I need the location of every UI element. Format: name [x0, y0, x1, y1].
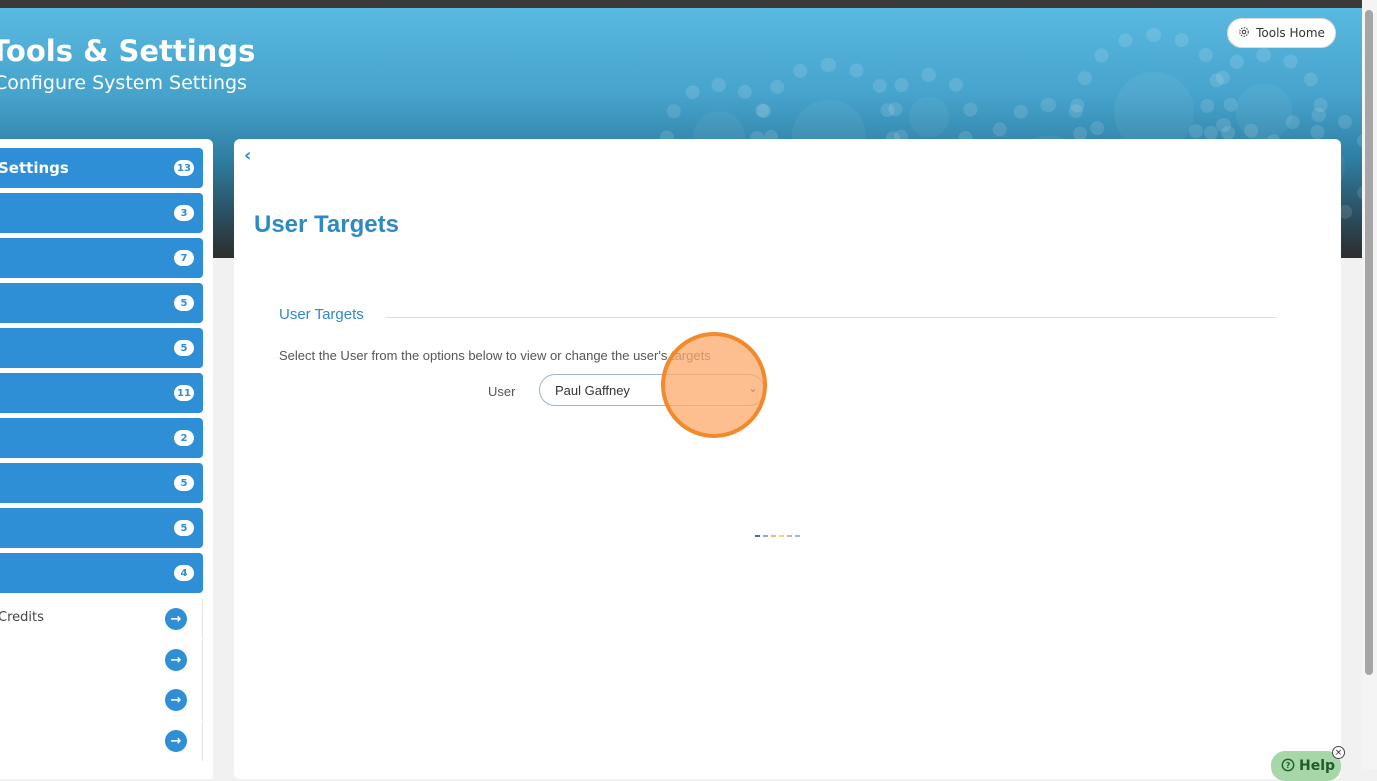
tools-home-button[interactable]: Tools Home [1227, 18, 1336, 48]
user-label: User [488, 384, 516, 399]
loader-dot [763, 535, 768, 537]
app-title: Tools & Settings [0, 34, 256, 68]
main-panel: ‹ User Targets User Targets Select the U… [234, 139, 1341, 779]
browser-top-bar [0, 0, 1377, 8]
loader-dot [755, 535, 760, 537]
tools-home-label: Tools Home [1256, 26, 1325, 40]
user-select-value: Paul Gaffney [555, 383, 630, 398]
loader-dot [795, 535, 800, 537]
arrow-right-icon[interactable]: → [165, 608, 187, 630]
scrollbar-thumb[interactable] [1365, 10, 1373, 675]
count-badge: 3 [174, 205, 194, 221]
count-badge: 13 [174, 160, 194, 176]
count-badge: 4 [174, 565, 194, 581]
count-badge: 11 [174, 385, 194, 401]
help-button[interactable]: ? Help [1271, 751, 1341, 781]
close-icon[interactable]: × [1332, 746, 1345, 759]
user-select[interactable]: Paul Gaffney ⌄ [539, 374, 765, 406]
loader-dot [779, 535, 784, 537]
count-badge: 5 [174, 520, 194, 536]
sidebar-item[interactable]: 5 [0, 283, 203, 323]
chevron-left-icon[interactable]: ‹ [244, 145, 251, 166]
sidebar-item[interactable]: 5 [0, 463, 203, 503]
instructions-text: Select the User from the options below t… [279, 348, 711, 363]
sidebar-link-label: Credits [0, 610, 44, 625]
count-badge: 2 [174, 430, 194, 446]
sidebar-link-credits[interactable]: Credits → [0, 599, 203, 639]
sidebar-item[interactable]: 5 [0, 328, 203, 368]
loader-dot [771, 535, 776, 537]
app-subtitle: Configure System Settings [0, 72, 247, 94]
sidebar-link[interactable]: → [0, 680, 203, 720]
loader-dot [787, 535, 792, 537]
sidebar: Settings 13 3 7 5 5 11 2 5 5 4 Credits → [0, 139, 213, 779]
count-badge: 7 [174, 250, 194, 266]
sidebar-item-settings[interactable]: Settings 13 [0, 148, 203, 188]
sidebar-link[interactable]: → [0, 721, 203, 761]
count-badge: 5 [174, 295, 194, 311]
sidebar-item[interactable]: 7 [0, 238, 203, 278]
sidebar-item[interactable]: 3 [0, 193, 203, 233]
question-circle-icon: ? [1281, 758, 1295, 776]
sidebar-item[interactable]: 5 [0, 508, 203, 548]
chevron-down-icon: ⌄ [747, 381, 758, 395]
section-divider [386, 317, 1276, 318]
loading-indicator [755, 535, 800, 537]
arrow-right-icon[interactable]: → [165, 649, 187, 671]
gear-icon [1238, 26, 1250, 41]
sidebar-item[interactable]: 11 [0, 373, 203, 413]
arrow-right-icon[interactable]: → [165, 689, 187, 711]
sidebar-item[interactable]: 4 [0, 553, 203, 593]
section-title: User Targets [279, 306, 364, 323]
page-title: User Targets [254, 211, 399, 238]
sidebar-link[interactable]: → [0, 640, 203, 680]
count-badge: 5 [174, 340, 194, 356]
arrow-right-icon[interactable]: → [165, 730, 187, 752]
sidebar-item-label: Settings [0, 159, 69, 177]
count-badge: 5 [174, 475, 194, 491]
sidebar-item[interactable]: 2 [0, 418, 203, 458]
help-label: Help [1299, 758, 1336, 774]
